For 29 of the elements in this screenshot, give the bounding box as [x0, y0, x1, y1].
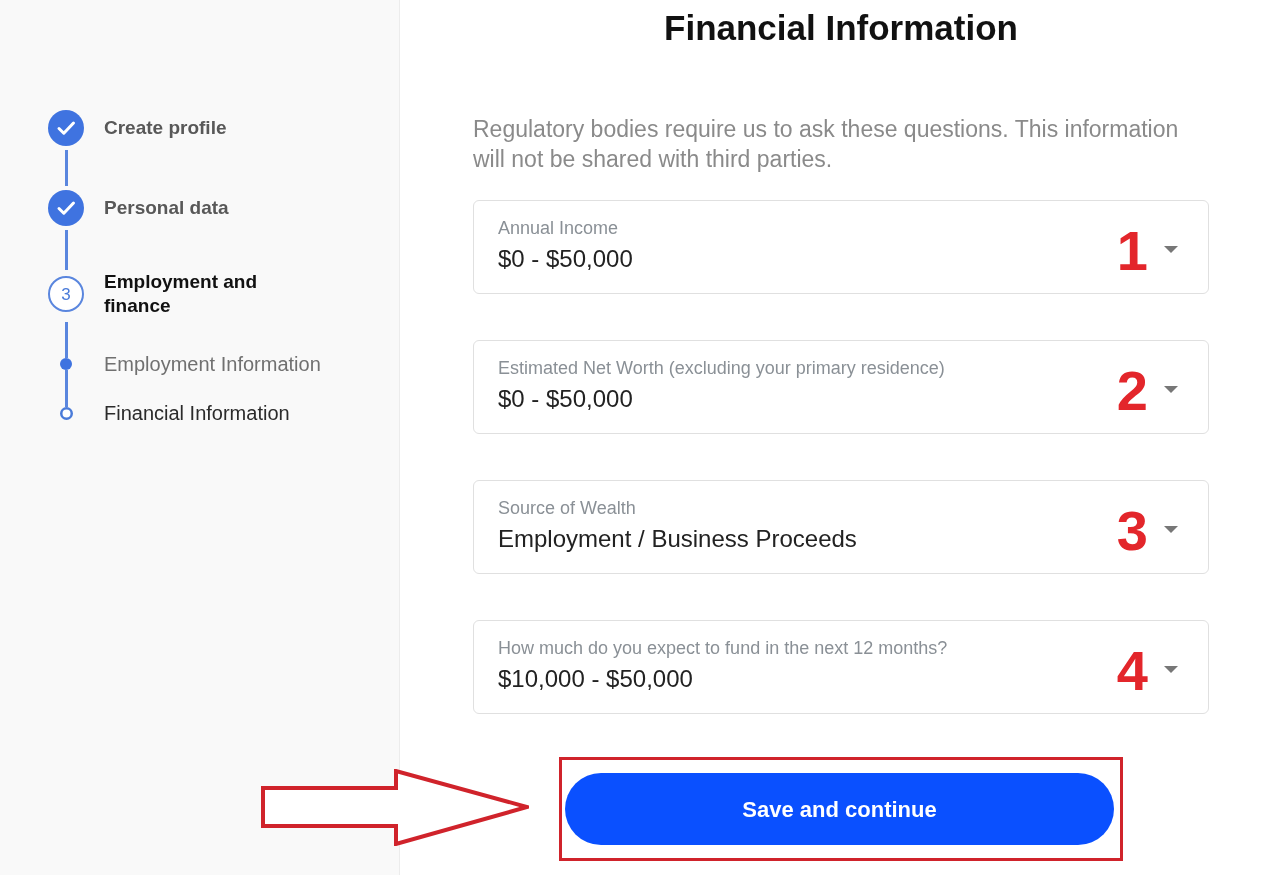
field-label: Source of Wealth — [498, 497, 637, 519]
field-label: Annual Income — [498, 217, 620, 239]
substep-label: Financial Information — [104, 401, 290, 426]
step-label: Personal data — [104, 196, 229, 220]
field-value: $10,000 - $50,000 — [498, 665, 694, 693]
dropdown-field[interactable]: How much do you expect to fund in the next 12 months? $10,000 - $50,000 4 — [473, 620, 1209, 714]
submit-button[interactable]: Save and continue — [565, 773, 1114, 845]
caret-down-icon — [1164, 385, 1178, 393]
step-label: Employment and finance — [104, 270, 259, 318]
annotation-number: 4 — [1116, 643, 1148, 699]
caret-down-icon — [1164, 665, 1178, 673]
substep-label: Employment Information — [104, 352, 321, 377]
caret-down-icon — [1164, 245, 1178, 253]
intro-text: Regulatory bodies require us to ask these questions. This information will not be shared with third parties. — [473, 115, 1180, 174]
step-number: 3 — [48, 276, 84, 312]
annotation-number: 2 — [1116, 363, 1148, 419]
field-value: $0 - $50,000 — [498, 245, 634, 273]
dropdown-field[interactable]: Annual Income $0 - $50,000 1 — [473, 200, 1209, 294]
field-label: Estimated Net Worth (excluding your primary residence) — [498, 357, 946, 379]
annotation-number: 3 — [1116, 503, 1148, 559]
dropdown-field[interactable]: Source of Wealth Employment / Business Proceeds 3 — [473, 480, 1209, 574]
field-label: How much do you expect to fund in the next 12 months? — [498, 637, 949, 659]
caret-down-icon — [1164, 525, 1178, 533]
field-value: Employment / Business Proceeds — [498, 525, 858, 553]
annotation-number: 1 — [1116, 223, 1148, 279]
field-value: $0 - $50,000 — [498, 385, 634, 413]
page-title: Financial Information — [663, 8, 1019, 48]
dropdown-field[interactable]: Estimated Net Worth (excluding your primary residence) $0 - $50,000 2 — [473, 340, 1209, 434]
step-label: Create profile — [104, 116, 227, 140]
